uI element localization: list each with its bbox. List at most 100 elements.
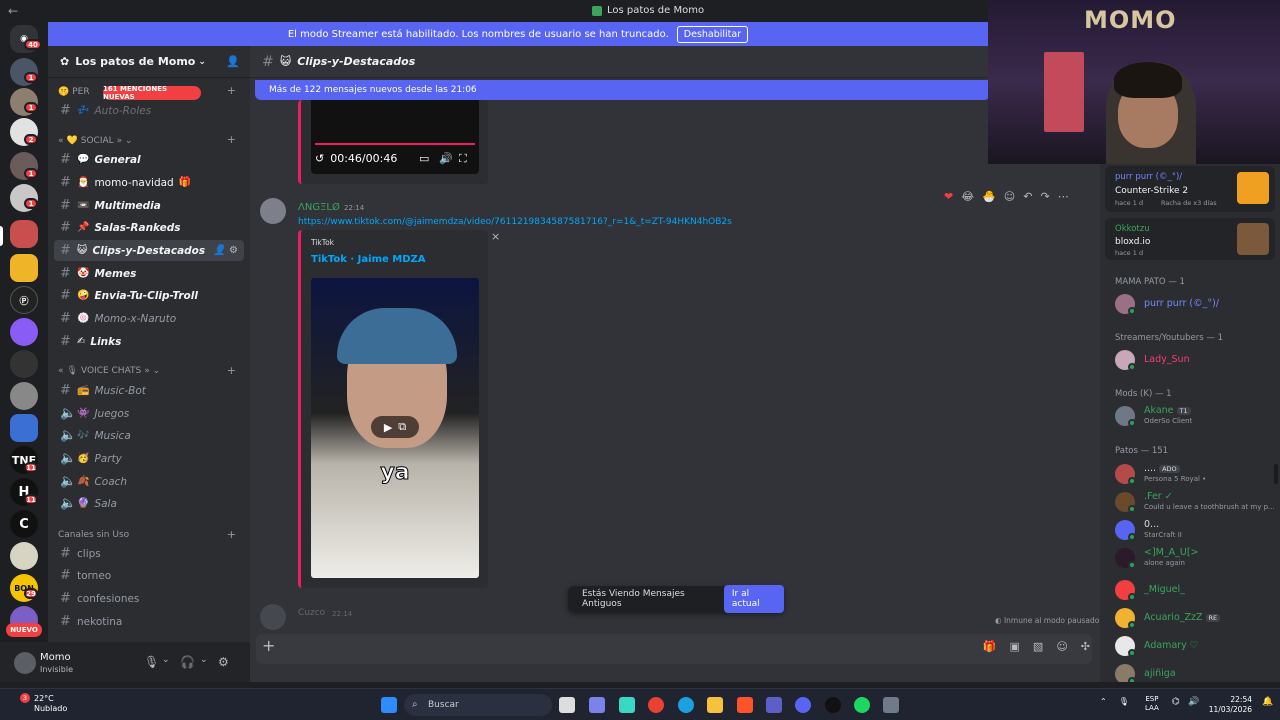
- calculator-icon[interactable]: [883, 697, 899, 713]
- reply-icon[interactable]: ↶: [1023, 190, 1032, 203]
- member-item[interactable]: Akane T1 OderSo Client: [1115, 404, 1280, 428]
- task-view-icon[interactable]: [559, 697, 575, 713]
- jump-to-present-button[interactable]: Ir al actual: [723, 585, 784, 613]
- obs-icon[interactable]: [825, 697, 841, 713]
- server-icon[interactable]: C: [10, 510, 38, 538]
- add-channel-icon[interactable]: +: [227, 364, 236, 377]
- forward-icon[interactable]: ↷: [1040, 190, 1049, 203]
- video-thumbnail[interactable]: ya ▶ ⧉: [311, 278, 479, 578]
- microphone-icon[interactable]: 🎙: [144, 655, 159, 669]
- avatar[interactable]: [260, 198, 286, 224]
- server-icon[interactable]: [10, 414, 38, 442]
- category-social[interactable]: «💛 SOCIAL» ⌄: [58, 136, 133, 146]
- channel-clips-y-destacados[interactable]: # 😺 Clips-y-Destacados 👤 ⚙: [54, 240, 244, 261]
- voice-channel-sala[interactable]: 🔈 🔮 Sala: [54, 493, 244, 514]
- sticker-icon[interactable]: ▧: [1033, 640, 1043, 653]
- message-input[interactable]: [256, 634, 1092, 664]
- network-icon[interactable]: ⌬: [1172, 697, 1180, 707]
- member-item[interactable]: Lady_Sun: [1115, 348, 1280, 372]
- avatar[interactable]: [260, 604, 286, 630]
- voice-channel-musica[interactable]: 🔈 🎶 Musica: [54, 425, 244, 446]
- voice-channel-coach[interactable]: 🔈 🍂 Coach: [54, 471, 244, 492]
- server-icon[interactable]: Ⓟ: [10, 286, 38, 314]
- chevron-up-icon[interactable]: ⌃: [1100, 697, 1107, 706]
- discord-icon[interactable]: [795, 697, 811, 713]
- channel-confesiones[interactable]: # confesiones: [54, 588, 244, 609]
- channel-nekotina[interactable]: # nekotina: [54, 611, 244, 632]
- teams-icon[interactable]: [589, 697, 605, 713]
- channel-multimedia[interactable]: # 📼 Multimedia: [54, 195, 244, 216]
- headphones-icon[interactable]: 🎧: [180, 655, 195, 669]
- member-item[interactable]: .... ADO Persona 5 Royal •: [1115, 462, 1280, 486]
- server-icon[interactable]: [10, 318, 38, 346]
- emoji-icon[interactable]: ☺: [1056, 640, 1067, 653]
- gear-icon[interactable]: ⚙: [218, 655, 229, 669]
- apps-grid-icon[interactable]: [766, 697, 782, 713]
- copilot-icon[interactable]: [619, 697, 635, 713]
- message-author[interactable]: ΛNGΞLØ: [298, 202, 340, 213]
- member-item[interactable]: _Miguel_: [1115, 578, 1280, 602]
- server-icon[interactable]: [10, 382, 38, 410]
- apps-icon[interactable]: ✣: [1081, 640, 1090, 653]
- edge-icon[interactable]: [678, 697, 694, 713]
- channel-settings-icon[interactable]: 👤 ⚙: [213, 245, 238, 256]
- chevron-down-icon[interactable]: ⌄: [200, 655, 208, 665]
- category-unused[interactable]: Canales sin Uso: [58, 530, 129, 540]
- guild-header[interactable]: ✿ Los patos de Momo ⌄ 👤: [48, 46, 250, 78]
- voice-channel-party[interactable]: 🔈 🥳 Party: [54, 448, 244, 469]
- channel-envia-tu-clip-troll[interactable]: # 🤪 Envia-Tu-Clip-Troll: [54, 285, 244, 306]
- activity-card[interactable]: purr purr (©_°)/ Counter-Strike 2 hace 1…: [1105, 166, 1275, 212]
- chrome-icon[interactable]: [648, 697, 664, 713]
- server-icon[interactable]: [10, 350, 38, 378]
- add-channel-icon[interactable]: +: [227, 84, 236, 97]
- weather-widget[interactable]: 22°C Nublado: [34, 694, 67, 714]
- channel-salas-rankeds[interactable]: # 📌 Salas-Rankeds: [54, 217, 244, 238]
- custom-reaction-icon[interactable]: 🐣: [982, 190, 996, 203]
- captions-icon[interactable]: ▭: [419, 152, 429, 165]
- message-author[interactable]: Cuzco: [298, 608, 325, 618]
- server-icon-selected[interactable]: [10, 220, 38, 248]
- add-channel-icon[interactable]: +: [227, 528, 236, 541]
- activity-card[interactable]: Okkotzu bloxd.io hace 1 d: [1105, 218, 1275, 260]
- add-channel-icon[interactable]: +: [227, 133, 236, 146]
- taskbar-clock[interactable]: 22:54 11/03/2026: [1208, 695, 1252, 715]
- member-list-scrollbar[interactable]: [1274, 464, 1278, 484]
- disable-streamer-button[interactable]: Deshabilitar: [676, 25, 749, 43]
- gif-icon[interactable]: ▣: [1010, 640, 1020, 653]
- brave-icon[interactable]: [737, 697, 753, 713]
- spotify-icon[interactable]: [854, 697, 870, 713]
- member-item[interactable]: ajiñiga: [1115, 662, 1280, 682]
- windows-start-icon[interactable]: [381, 697, 397, 713]
- voice-channel-juegos[interactable]: 🔈 👾 Juegos: [54, 403, 244, 424]
- more-options-icon[interactable]: ⋯: [1058, 190, 1069, 203]
- language-indicator[interactable]: ESP LAA: [1145, 695, 1159, 713]
- server-icon[interactable]: [10, 254, 38, 282]
- channel-momo-navidad[interactable]: # 🎅 momo-navidad 🎁: [54, 172, 244, 193]
- microphone-tray-icon[interactable]: 🎙: [1119, 697, 1129, 706]
- embed-title[interactable]: TikTok · Jaime MDZA: [311, 254, 426, 265]
- replay-icon[interactable]: ↺: [315, 152, 324, 165]
- video-progress-bar[interactable]: [315, 143, 475, 145]
- server-icon[interactable]: [10, 542, 38, 570]
- channel-links[interactable]: # ✍ Links: [54, 331, 244, 352]
- member-item[interactable]: 0... StarCraft II: [1115, 518, 1280, 542]
- add-reaction-icon[interactable]: ☺: [1004, 190, 1015, 203]
- taskbar-search[interactable]: ⌕ Buscar: [404, 694, 552, 716]
- channel-music-bot[interactable]: # 📻 Music-Bot: [54, 380, 244, 401]
- play-icon[interactable]: ▶: [384, 421, 392, 434]
- message-link[interactable]: https://www.tiktok.com/@jaimemdza/video/…: [298, 217, 732, 227]
- new-messages-bar[interactable]: Más de 122 mensajes nuevos desde las 21:…: [255, 80, 990, 100]
- member-item[interactable]: <]M_A_U[> alone again: [1115, 546, 1280, 570]
- close-icon[interactable]: ×: [491, 230, 500, 243]
- notification-bell-icon[interactable]: 🔔: [1262, 697, 1273, 707]
- channel-auto-roles[interactable]: # 💤 Auto-Roles: [54, 100, 244, 121]
- volume-icon[interactable]: 🔊: [1188, 697, 1199, 707]
- category-per[interactable]: 🤫 PER: [58, 87, 90, 97]
- open-external-icon[interactable]: ⧉: [398, 420, 406, 434]
- channel-memes[interactable]: # 🤡 Memes: [54, 263, 244, 284]
- gift-icon[interactable]: 🎁: [983, 640, 997, 653]
- member-item[interactable]: Adamary ♡: [1115, 634, 1280, 658]
- back-arrow-icon[interactable]: ←: [8, 4, 18, 18]
- chevron-down-icon[interactable]: ⌄: [162, 655, 170, 665]
- add-member-icon[interactable]: 👤: [226, 55, 240, 68]
